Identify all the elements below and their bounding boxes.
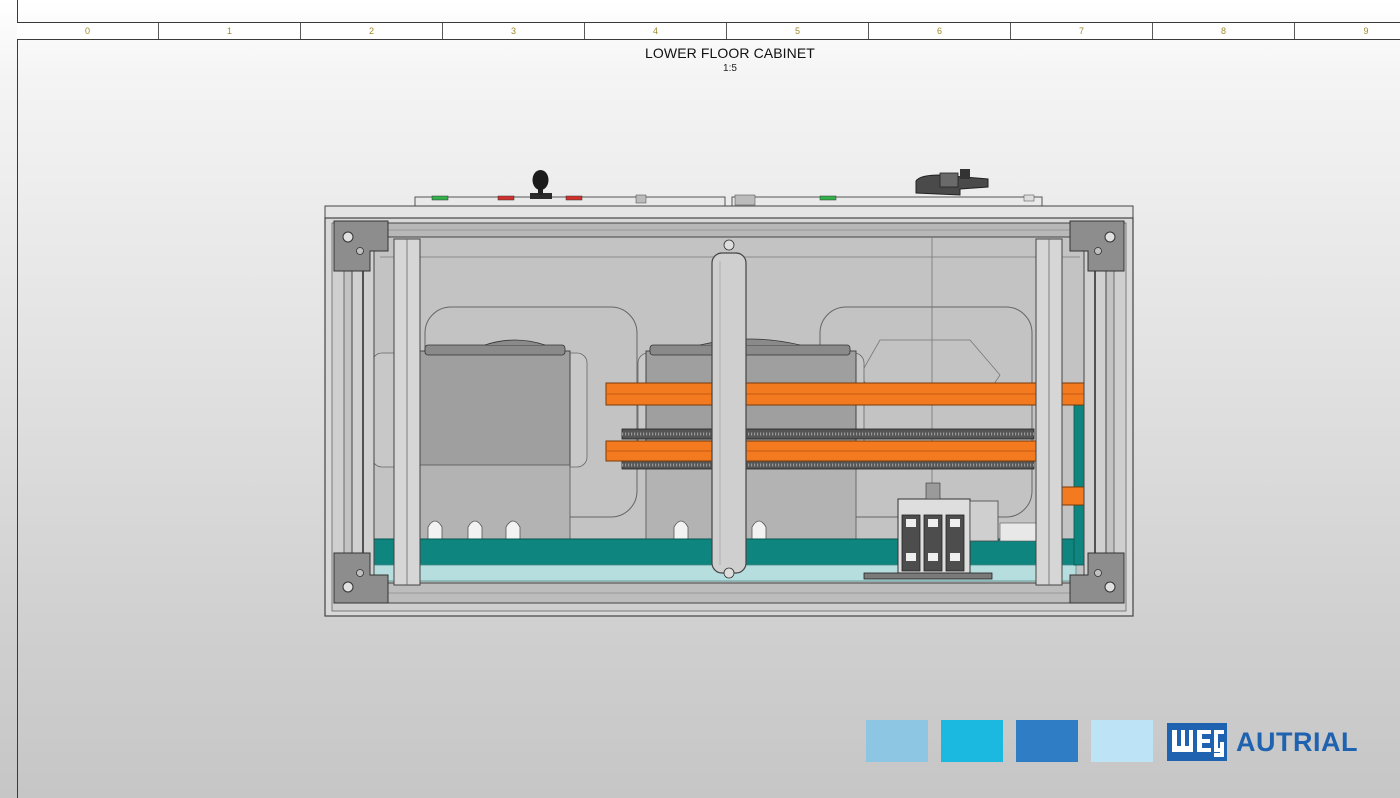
drawing-title: LOWER FLOOR CABINET (645, 45, 815, 61)
brand-name: AUTRIAL (1236, 727, 1358, 757)
ruler-column-7: 7 (1011, 23, 1153, 39)
drawing-scale: 1:5 (723, 63, 737, 74)
weg-logo-icon (1167, 723, 1227, 761)
drawing-sheet: 0 1 2 3 4 5 6 7 8 9 LOWER FLOOR CABINET … (0, 0, 1400, 798)
ruler-column-0: 0 (17, 23, 159, 39)
cabinet-drawing (324, 169, 1134, 617)
cabinet-top-plate (324, 194, 1134, 219)
ruler-column-6: 6 (869, 23, 1011, 39)
brand-swatch-2 (941, 720, 1003, 762)
brand-swatch-4 (1091, 720, 1153, 762)
ruler-column-2: 2 (301, 23, 443, 39)
ruler-column-8: 8 (1153, 23, 1295, 39)
ruler-column-9: 9 (1363, 26, 1369, 36)
selector-knob (530, 170, 552, 199)
brand-swatch-1 (866, 720, 928, 762)
brand-swatch-3 (1016, 720, 1078, 762)
ruler-column-5: 5 (727, 23, 869, 39)
rotary-handle (915, 169, 989, 196)
ruler-column-4: 4 (585, 23, 727, 39)
column-ruler: 0 1 2 3 4 5 6 7 8 9 (17, 22, 1400, 40)
ruler-column-1: 1 (159, 23, 301, 39)
ruler-column-3: 3 (443, 23, 585, 39)
central-cable-duct (711, 239, 747, 579)
sheet-border-left (17, 0, 18, 798)
